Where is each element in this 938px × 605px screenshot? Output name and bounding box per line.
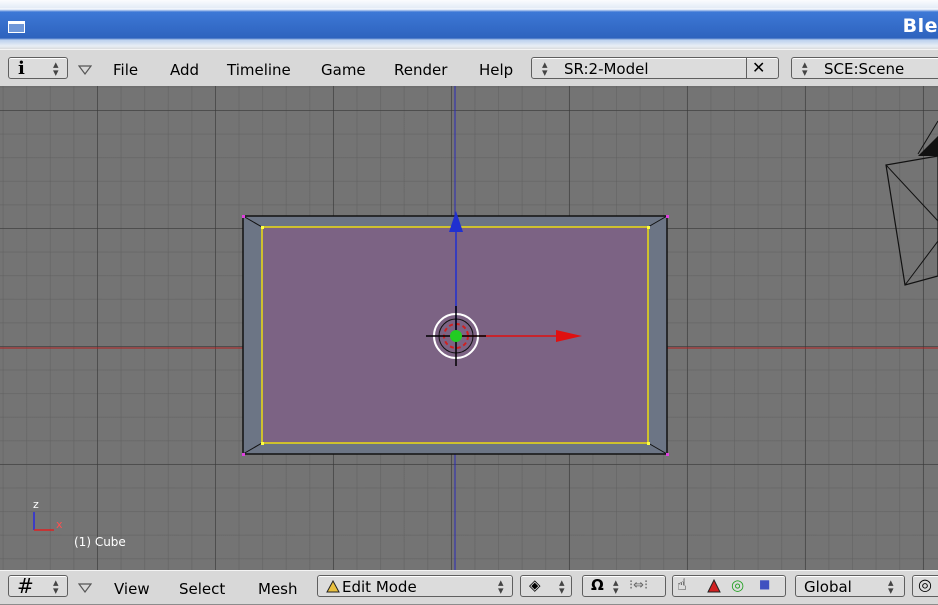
divider — [746, 57, 747, 79]
3d-viewport[interactable]: z x (1) Cube — [0, 86, 938, 570]
menu-select[interactable]: Select — [179, 580, 225, 598]
updown-icon: ▴ ▾ — [802, 58, 808, 79]
updown-icon: ▴ ▾ — [542, 58, 548, 79]
camera-object[interactable] — [885, 120, 938, 286]
viewport-drawing: z x — [0, 86, 938, 570]
mode-label: Edit Mode — [342, 578, 417, 596]
z-axis-label: z — [33, 498, 39, 511]
updown-icon: ▴ ▾ — [559, 576, 565, 597]
vertex[interactable] — [242, 453, 245, 456]
collapse-menu-icon[interactable] — [78, 65, 92, 75]
menu-game[interactable]: Game — [321, 61, 366, 79]
snap-icon[interactable]: ⁝⇔⁝ — [629, 578, 648, 593]
window-title: Ble — [902, 15, 938, 37]
proportional-edit-toggle[interactable]: ◎ — [912, 575, 938, 597]
grid-icon: # — [17, 574, 34, 598]
screen-name: SR:2-Model — [564, 60, 649, 78]
pivot-icon: Ω — [591, 576, 604, 594]
info-icon: i — [18, 58, 25, 79]
translate-icon[interactable] — [707, 579, 721, 593]
proportional-edit-icon: ◎ — [918, 575, 932, 594]
rotate-icon[interactable]: ◎ — [731, 576, 744, 594]
editor-type-button[interactable]: i ▴ ▾ — [8, 57, 68, 79]
axis-widget: z x — [33, 498, 63, 531]
updown-icon: ▴ ▾ — [613, 576, 619, 597]
vertex[interactable] — [261, 226, 264, 229]
hand-icon[interactable]: ☝ — [677, 575, 687, 594]
menu-help[interactable]: Help — [479, 61, 513, 79]
3d-view-header: # ▴ ▾ View Select Mesh Edit Mode ▴ ▾ ◈ ▴ ▾ … — [0, 570, 938, 605]
menu-file[interactable]: File — [113, 61, 138, 79]
vertex[interactable] — [647, 226, 650, 229]
delete-screen-icon[interactable]: ✕ — [752, 58, 765, 77]
pivot-selector[interactable]: Ω ▴ ▾ ⁝⇔⁝ — [582, 575, 666, 597]
menu-add[interactable]: Add — [170, 61, 199, 79]
info-header: i ▴ ▾ File Add Timeline Game Render Help … — [0, 49, 938, 87]
draw-type-selector[interactable]: ◈ ▴ ▾ — [520, 575, 572, 597]
scene-selector[interactable]: ▴ ▾ SCE:Scene — [791, 57, 938, 79]
edit-mode-icon — [326, 580, 340, 593]
orientation-selector[interactable]: Global ▴ ▾ — [795, 575, 905, 597]
menu-timeline[interactable]: Timeline — [227, 61, 291, 79]
editor-type-button[interactable]: # ▴ ▾ — [8, 574, 68, 598]
menu-view[interactable]: View — [114, 580, 150, 598]
vertex[interactable] — [261, 442, 264, 445]
vertex[interactable] — [666, 453, 669, 456]
scene-name: SCE:Scene — [824, 60, 905, 78]
menu-render[interactable]: Render — [394, 61, 447, 79]
cube-icon: ◈ — [529, 576, 541, 594]
updown-icon: ▴ ▾ — [888, 576, 894, 597]
orientation-label: Global — [804, 578, 852, 596]
collapse-menu-icon[interactable] — [78, 583, 92, 593]
mode-selector[interactable]: Edit Mode ▴ ▾ — [317, 575, 513, 597]
screen-selector[interactable]: ▴ ▾ SR:2-Model ✕ — [531, 57, 779, 79]
updown-icon: ▴ ▾ — [498, 576, 504, 597]
title-bar: Ble — [0, 0, 938, 50]
window-menu-icon[interactable] — [8, 21, 25, 33]
menu-mesh[interactable]: Mesh — [258, 580, 298, 598]
active-object-label: (1) Cube — [74, 535, 126, 549]
scale-icon[interactable]: ■ — [759, 577, 770, 591]
vertex[interactable] — [242, 215, 245, 218]
manipulator-toggles[interactable]: ☝ ◎ ■ — [672, 575, 786, 597]
x-axis-label: x — [56, 518, 63, 531]
vertex[interactable] — [647, 442, 650, 445]
vertex[interactable] — [666, 215, 669, 218]
updown-icon: ▴ ▾ — [53, 58, 59, 79]
updown-icon: ▴ ▾ — [53, 576, 59, 597]
